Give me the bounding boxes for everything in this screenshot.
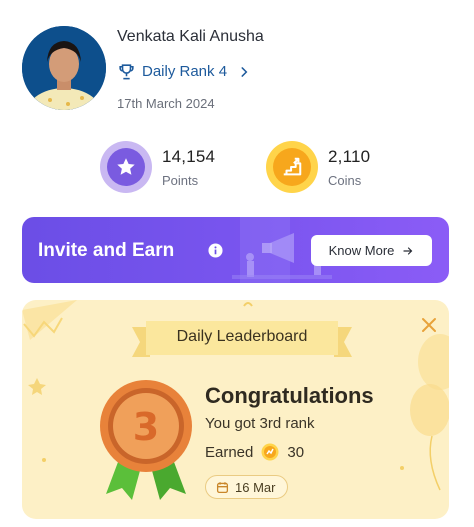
calendar-icon (216, 481, 229, 493)
avatar (22, 26, 106, 110)
chevron-right-icon (241, 66, 248, 77)
daily-rank-link[interactable]: Daily Rank 4 (117, 62, 251, 81)
coins-badge (266, 141, 318, 193)
stairs-icon (283, 157, 302, 176)
close-icon[interactable] (421, 317, 437, 333)
profile-date: 17th March 2024 (117, 96, 215, 111)
invite-banner[interactable]: Invite and Earn Know More (22, 217, 449, 283)
know-more-button[interactable]: Know More (311, 235, 432, 266)
arrow-right-icon (403, 246, 413, 255)
points-label: Points (162, 172, 199, 188)
rank-text: You got 3rd rank (205, 415, 315, 432)
congrats-heading: Congratulations (205, 383, 374, 408)
leaderboard-title: Daily Leaderboard (176, 328, 308, 345)
points-value: 14,154 (162, 146, 216, 166)
coins-label: Coins (328, 172, 362, 188)
earned-row: Earned 30 (205, 443, 304, 461)
leaderboard-date: 16 Mar (235, 479, 276, 495)
user-name: Venkata Kali Anusha (117, 28, 264, 45)
coins-stat: 2,110 Coins (266, 141, 370, 193)
points-stat: 14,154 Points (100, 141, 215, 193)
invite-title: Invite and Earn (38, 240, 175, 261)
daily-rank-label: Daily Rank 4 (142, 63, 228, 80)
medal-rank-number: 3 (132, 405, 160, 449)
info-icon[interactable] (208, 243, 223, 258)
points-badge (100, 141, 152, 193)
know-more-label: Know More (328, 243, 395, 258)
leaderboard-date-badge: 16 Mar (205, 475, 289, 499)
star-icon (117, 158, 135, 175)
leaderboard-card: Daily Leaderboard 3 Congratulations You … (22, 300, 449, 519)
trophy-icon (119, 64, 134, 80)
coin-icon (261, 443, 279, 461)
earned-value: 30 (287, 443, 305, 461)
earned-label: Earned (205, 443, 254, 461)
coins-value: 2,110 (328, 146, 371, 166)
